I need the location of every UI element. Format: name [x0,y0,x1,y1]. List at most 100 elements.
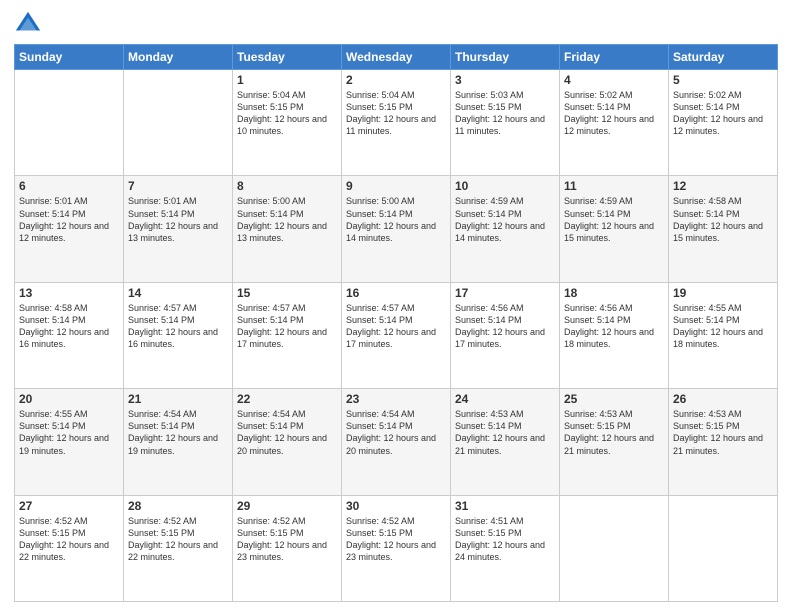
day-info: Sunrise: 4:53 AM Sunset: 5:15 PM Dayligh… [673,408,773,457]
calendar-cell: 22 Sunrise: 4:54 AM Sunset: 5:14 PM Dayli… [233,389,342,495]
calendar-week-1: 6 Sunrise: 5:01 AM Sunset: 5:14 PM Daylig… [15,176,778,282]
day-number: 8 [237,179,337,193]
day-number: 27 [19,499,119,513]
day-info: Sunrise: 5:04 AM Sunset: 5:15 PM Dayligh… [346,89,446,138]
calendar-cell: 6 Sunrise: 5:01 AM Sunset: 5:14 PM Daylig… [15,176,124,282]
calendar-cell: 27 Sunrise: 4:52 AM Sunset: 5:15 PM Dayli… [15,495,124,601]
day-info: Sunrise: 4:52 AM Sunset: 5:15 PM Dayligh… [19,515,119,564]
day-number: 6 [19,179,119,193]
calendar-cell: 26 Sunrise: 4:53 AM Sunset: 5:15 PM Dayli… [669,389,778,495]
day-info: Sunrise: 5:00 AM Sunset: 5:14 PM Dayligh… [237,195,337,244]
day-number: 13 [19,286,119,300]
day-info: Sunrise: 4:55 AM Sunset: 5:14 PM Dayligh… [19,408,119,457]
calendar-cell [669,495,778,601]
day-info: Sunrise: 5:02 AM Sunset: 5:14 PM Dayligh… [564,89,664,138]
day-number: 12 [673,179,773,193]
calendar-week-2: 13Sunrise: 4:58 AM Sunset: 5:14 PM Dayli… [15,282,778,388]
day-number: 4 [564,73,664,87]
weekday-header-saturday: Saturday [669,45,778,70]
day-number: 29 [237,499,337,513]
day-info: Sunrise: 4:55 AM Sunset: 5:14 PM Dayligh… [673,302,773,351]
day-info: Sunrise: 5:01 AM Sunset: 5:14 PM Dayligh… [19,195,119,244]
calendar-cell: 20 Sunrise: 4:55 AM Sunset: 5:14 PM Dayli… [15,389,124,495]
weekday-header-monday: Monday [124,45,233,70]
calendar-cell: 19Sunrise: 4:55 AM Sunset: 5:14 PM Dayli… [669,282,778,388]
weekday-header-friday: Friday [560,45,669,70]
day-number: 20 [19,392,119,406]
day-info: Sunrise: 4:54 AM Sunset: 5:14 PM Dayligh… [128,408,228,457]
day-info: Sunrise: 4:56 AM Sunset: 5:14 PM Dayligh… [564,302,664,351]
calendar-week-3: 20 Sunrise: 4:55 AM Sunset: 5:14 PM Dayli… [15,389,778,495]
calendar-cell: 31 Sunrise: 4:51 AM Sunset: 5:15 PM Dayli… [451,495,560,601]
day-number: 16 [346,286,446,300]
weekday-header-wednesday: Wednesday [342,45,451,70]
day-number: 2 [346,73,446,87]
day-number: 14 [128,286,228,300]
day-number: 7 [128,179,228,193]
calendar-cell: 14 Sunrise: 4:57 AM Sunset: 5:14 PM Dayli… [124,282,233,388]
day-info: Sunrise: 4:57 AM Sunset: 5:14 PM Dayligh… [237,302,337,351]
calendar-cell: 28Sunrise: 4:52 AM Sunset: 5:15 PM Dayli… [124,495,233,601]
day-info: Sunrise: 4:59 AM Sunset: 5:14 PM Dayligh… [455,195,555,244]
calendar-cell: 3 Sunrise: 5:03 AM Sunset: 5:15 PM Daylig… [451,70,560,176]
day-info: Sunrise: 5:01 AM Sunset: 5:14 PM Dayligh… [128,195,228,244]
calendar-cell: 7 Sunrise: 5:01 AM Sunset: 5:14 PM Daylig… [124,176,233,282]
day-number: 21 [128,392,228,406]
day-number: 30 [346,499,446,513]
day-number: 5 [673,73,773,87]
calendar-cell: 8 Sunrise: 5:00 AM Sunset: 5:14 PM Daylig… [233,176,342,282]
calendar-cell: 4 Sunrise: 5:02 AM Sunset: 5:14 PM Daylig… [560,70,669,176]
calendar-cell: 10 Sunrise: 4:59 AM Sunset: 5:14 PM Dayli… [451,176,560,282]
calendar-cell: 24Sunrise: 4:53 AM Sunset: 5:14 PM Dayli… [451,389,560,495]
calendar-cell: 21 Sunrise: 4:54 AM Sunset: 5:14 PM Dayli… [124,389,233,495]
weekday-header-thursday: Thursday [451,45,560,70]
day-info: Sunrise: 4:57 AM Sunset: 5:14 PM Dayligh… [128,302,228,351]
logo [14,10,44,38]
day-number: 24 [455,392,555,406]
day-number: 18 [564,286,664,300]
calendar-cell: 23 Sunrise: 4:54 AM Sunset: 5:14 PM Dayli… [342,389,451,495]
calendar-cell: 1 Sunrise: 5:04 AM Sunset: 5:15 PM Daylig… [233,70,342,176]
day-info: Sunrise: 4:58 AM Sunset: 5:14 PM Dayligh… [673,195,773,244]
calendar-week-4: 27 Sunrise: 4:52 AM Sunset: 5:15 PM Dayli… [15,495,778,601]
day-number: 1 [237,73,337,87]
day-info: Sunrise: 4:52 AM Sunset: 5:15 PM Dayligh… [128,515,228,564]
day-info: Sunrise: 5:03 AM Sunset: 5:15 PM Dayligh… [455,89,555,138]
day-info: Sunrise: 5:00 AM Sunset: 5:14 PM Dayligh… [346,195,446,244]
calendar-cell: 9Sunrise: 5:00 AM Sunset: 5:14 PM Daylig… [342,176,451,282]
day-number: 23 [346,392,446,406]
logo-icon [14,10,42,38]
day-info: Sunrise: 4:51 AM Sunset: 5:15 PM Dayligh… [455,515,555,564]
day-info: Sunrise: 4:54 AM Sunset: 5:14 PM Dayligh… [237,408,337,457]
day-info: Sunrise: 4:57 AM Sunset: 5:14 PM Dayligh… [346,302,446,351]
calendar-cell: 11Sunrise: 4:59 AM Sunset: 5:14 PM Dayli… [560,176,669,282]
day-number: 15 [237,286,337,300]
calendar-cell [560,495,669,601]
day-info: Sunrise: 4:53 AM Sunset: 5:15 PM Dayligh… [564,408,664,457]
day-number: 26 [673,392,773,406]
day-number: 22 [237,392,337,406]
calendar-cell: 13Sunrise: 4:58 AM Sunset: 5:14 PM Dayli… [15,282,124,388]
day-info: Sunrise: 4:54 AM Sunset: 5:14 PM Dayligh… [346,408,446,457]
day-number: 31 [455,499,555,513]
calendar-cell: 15 Sunrise: 4:57 AM Sunset: 5:14 PM Dayli… [233,282,342,388]
weekday-header-tuesday: Tuesday [233,45,342,70]
day-number: 10 [455,179,555,193]
calendar-header: SundayMondayTuesdayWednesdayThursdayFrid… [15,45,778,70]
day-info: Sunrise: 4:56 AM Sunset: 5:14 PM Dayligh… [455,302,555,351]
day-number: 11 [564,179,664,193]
calendar-cell [124,70,233,176]
calendar-cell: 16 Sunrise: 4:57 AM Sunset: 5:14 PM Dayli… [342,282,451,388]
calendar-cell: 30 Sunrise: 4:52 AM Sunset: 5:15 PM Dayli… [342,495,451,601]
calendar-cell: 17 Sunrise: 4:56 AM Sunset: 5:14 PM Dayli… [451,282,560,388]
calendar-cell [15,70,124,176]
calendar-cell: 12 Sunrise: 4:58 AM Sunset: 5:14 PM Dayli… [669,176,778,282]
day-number: 17 [455,286,555,300]
day-number: 25 [564,392,664,406]
day-info: Sunrise: 5:04 AM Sunset: 5:15 PM Dayligh… [237,89,337,138]
calendar-table: SundayMondayTuesdayWednesdayThursdayFrid… [14,44,778,602]
weekday-header-sunday: Sunday [15,45,124,70]
day-number: 3 [455,73,555,87]
day-info: Sunrise: 4:52 AM Sunset: 5:15 PM Dayligh… [346,515,446,564]
page: SundayMondayTuesdayWednesdayThursdayFrid… [0,0,792,612]
